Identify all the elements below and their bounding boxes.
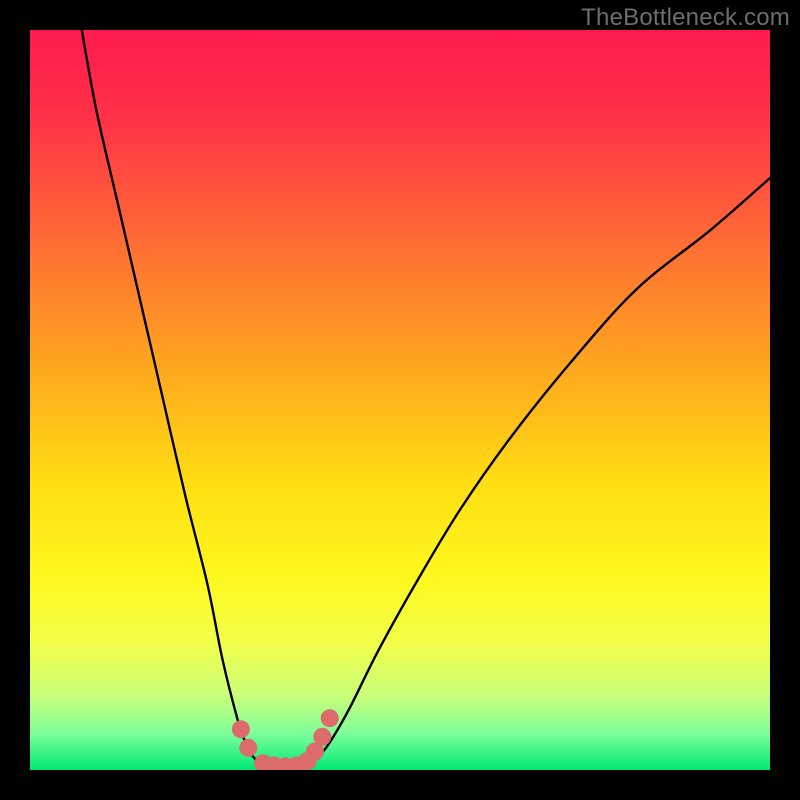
plot-area bbox=[30, 30, 770, 770]
highlight-dot bbox=[313, 728, 331, 746]
highlight-dot bbox=[239, 739, 257, 757]
gradient-background bbox=[30, 30, 770, 770]
bottleneck-chart bbox=[30, 30, 770, 770]
highlight-dot bbox=[232, 720, 250, 738]
chart-frame: TheBottleneck.com bbox=[0, 0, 800, 800]
highlight-dot bbox=[321, 709, 339, 727]
watermark-text: TheBottleneck.com bbox=[581, 4, 790, 32]
